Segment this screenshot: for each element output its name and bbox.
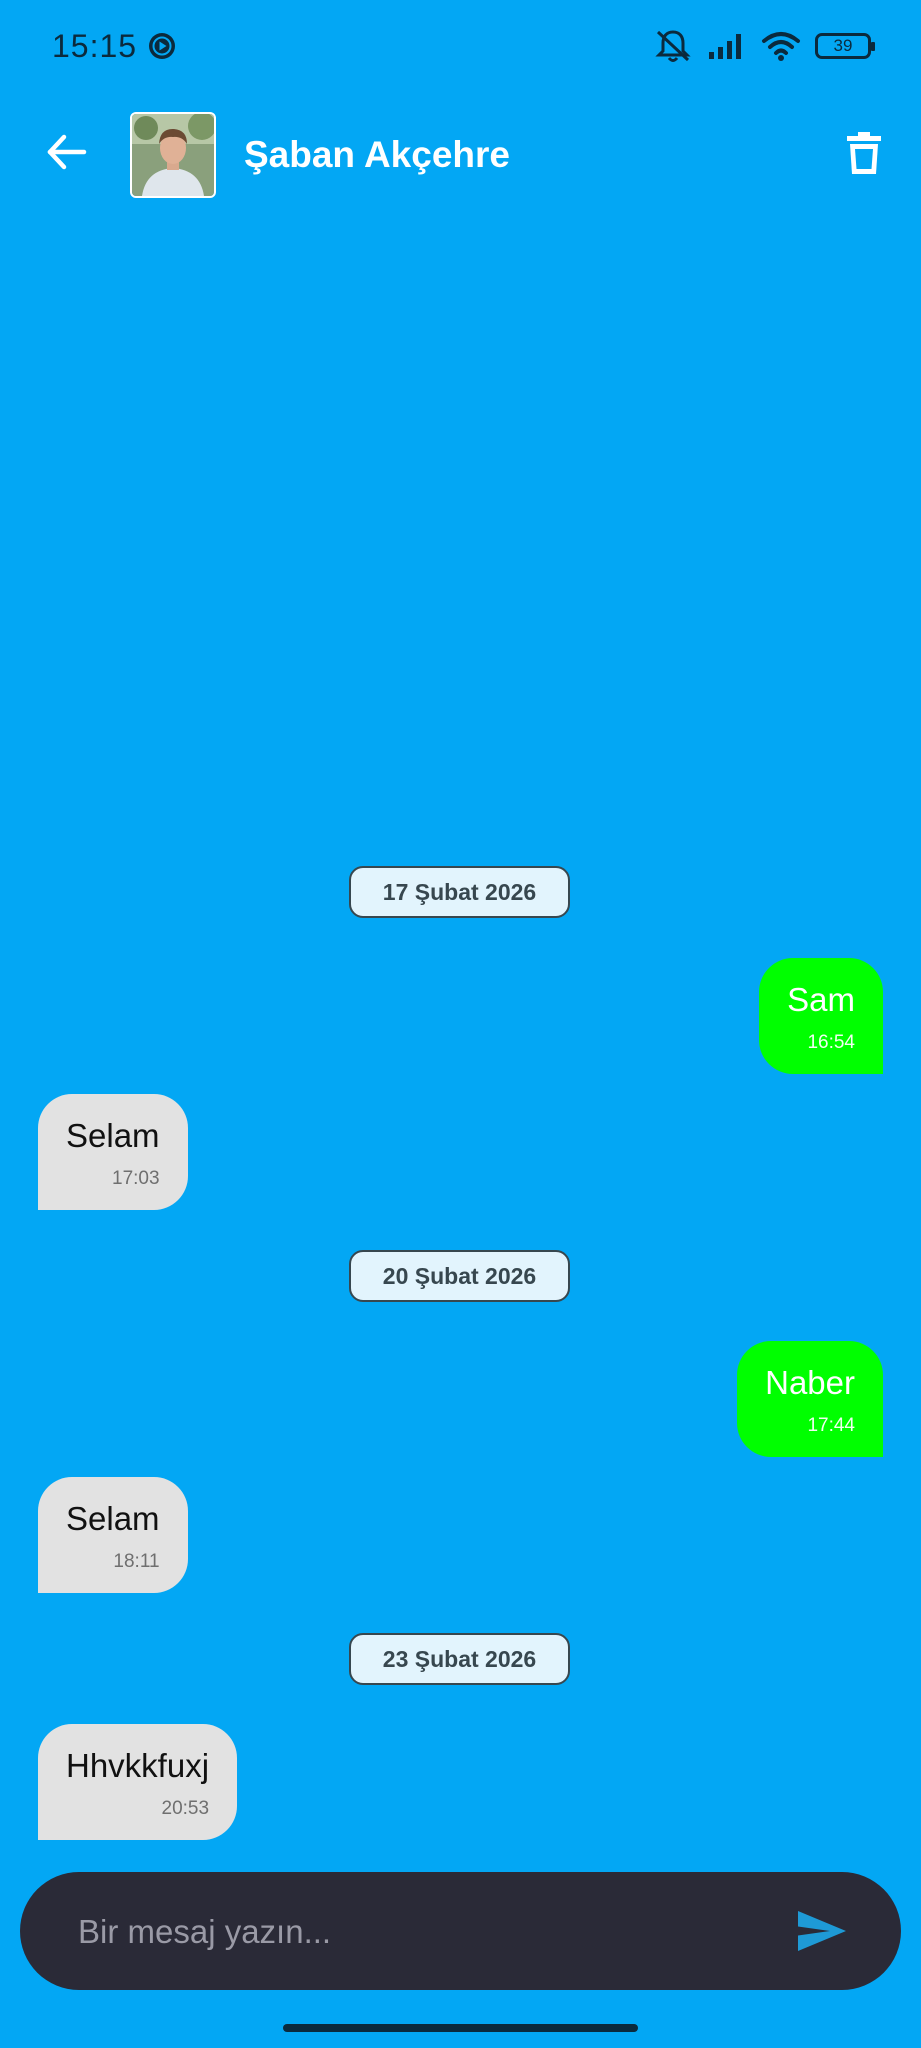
- message-time: 18:11: [113, 1551, 160, 1572]
- message-time: 17:03: [112, 1168, 160, 1189]
- media-playing-icon: [149, 33, 175, 59]
- message-bubble-received[interactable]: Selam 18:11: [38, 1477, 188, 1593]
- delete-chat-button[interactable]: [842, 128, 886, 178]
- home-indicator[interactable]: [283, 2024, 638, 2032]
- message-bubble-sent[interactable]: Sam 16:54: [759, 958, 883, 1074]
- message-bubble-received[interactable]: Hhvkkfuxj 20:53: [38, 1724, 238, 1840]
- message-bubble-received[interactable]: Selam 17:03: [38, 1094, 188, 1210]
- avatar[interactable]: [130, 112, 216, 198]
- battery-icon: 39: [815, 33, 875, 59]
- send-button[interactable]: [794, 1904, 850, 1958]
- message-list[interactable]: 17 Şubat 2026 Sam 16:54 Selam 17:03 20 Ş…: [0, 216, 921, 1856]
- battery-level: 39: [833, 36, 853, 55]
- date-separator: 17 Şubat 2026: [349, 866, 570, 918]
- contact-name[interactable]: Şaban Akçehre: [244, 134, 510, 176]
- message-composer: [20, 1872, 901, 1990]
- date-separator: 23 Şubat 2026: [349, 1633, 570, 1685]
- message-text: Selam: [66, 1500, 160, 1537]
- avatar-photo: [132, 114, 214, 196]
- message-text: Sam: [787, 981, 855, 1018]
- message-time: 16:54: [807, 1032, 855, 1053]
- message-time: 17:44: [807, 1415, 855, 1436]
- back-arrow-icon: [47, 134, 87, 170]
- mute-icon: [655, 30, 691, 62]
- message-text: Selam: [66, 1117, 160, 1154]
- signal-icon: [709, 34, 741, 59]
- status-bar: 15:15 39: [0, 0, 921, 96]
- wifi-icon: [762, 32, 800, 61]
- message-input[interactable]: [76, 1902, 780, 1962]
- chat-header: Şaban Akçehre: [0, 96, 921, 216]
- back-button[interactable]: [40, 126, 92, 178]
- message-text: Hhvkkfuxj: [66, 1747, 210, 1784]
- date-separator: 20 Şubat 2026: [349, 1250, 570, 1302]
- send-icon: [798, 1911, 846, 1951]
- message-text: Naber: [765, 1364, 855, 1401]
- status-time: 15:15: [52, 28, 138, 64]
- status-icons: 39: [653, 28, 875, 64]
- trash-icon: [847, 132, 881, 174]
- message-time: 20:53: [161, 1798, 210, 1819]
- message-bubble-sent[interactable]: Naber 17:44: [737, 1341, 883, 1457]
